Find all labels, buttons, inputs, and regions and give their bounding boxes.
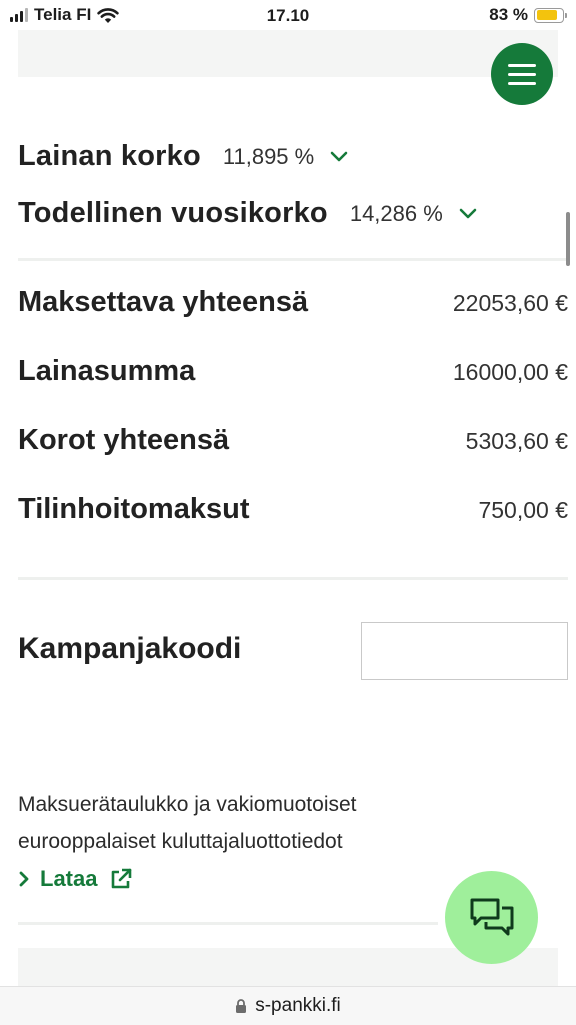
- chevron-down-icon[interactable]: [330, 151, 348, 163]
- battery-percent: 83 %: [489, 5, 528, 24]
- chevron-right-icon: [19, 871, 29, 887]
- effective-rate-label: Todellinen vuosikorko: [18, 197, 328, 229]
- loan-amount-label: Lainasumma: [18, 355, 196, 387]
- total-interest-label: Korot yhteensä: [18, 424, 230, 456]
- lock-icon: [236, 998, 247, 1013]
- total-payable-value: 22053,60 €: [452, 290, 568, 316]
- effective-rate-value: 14,286 %: [349, 200, 443, 226]
- url-text: s-pankki.fi: [255, 995, 341, 1016]
- battery-status: 83 %: [489, 5, 567, 25]
- loan-interest-value: 11,895 %: [222, 143, 315, 169]
- info-text: Maksuerätaulukko ja vakiomuotoiset euroo…: [18, 793, 357, 853]
- menu-button[interactable]: [491, 43, 553, 105]
- effective-rate-row: Todellinen vuosikorko 14,286 %: [18, 197, 477, 230]
- campaign-code-input[interactable]: [361, 622, 568, 680]
- campaign-code-label: Kampanjakoodi: [18, 632, 242, 665]
- status-bar: Telia FI 17.10 83 %: [0, 0, 576, 32]
- chat-bubbles-icon: [470, 898, 513, 935]
- loan-amount-value: 16000,00 €: [452, 359, 568, 385]
- download-link[interactable]: Lataa: [18, 866, 133, 892]
- browser-url-bar[interactable]: s-pankki.fi: [0, 986, 576, 1025]
- divider: [18, 258, 568, 261]
- top-panel: [18, 30, 558, 77]
- battery-level-fill: [536, 10, 558, 20]
- scrollbar[interactable]: [566, 212, 570, 266]
- hamburger-menu-icon: [508, 63, 536, 85]
- divider: [18, 577, 568, 580]
- loan-interest-row: Lainan korko 11,895 %: [18, 140, 348, 173]
- battery-icon: [534, 7, 567, 23]
- loan-interest-label: Lainan korko: [18, 140, 201, 172]
- chat-button[interactable]: [445, 871, 538, 964]
- account-fees-label: Tilinhoitomaksut: [18, 493, 250, 525]
- external-link-icon: [112, 868, 132, 889]
- download-link-label: Lataa: [40, 866, 98, 891]
- account-fees-value: 750,00 €: [478, 497, 568, 523]
- total-payable-label: Maksettava yhteensä: [18, 286, 309, 318]
- total-interest-value: 5303,60 €: [465, 428, 568, 454]
- divider: [18, 922, 438, 925]
- chevron-down-icon[interactable]: [459, 208, 477, 220]
